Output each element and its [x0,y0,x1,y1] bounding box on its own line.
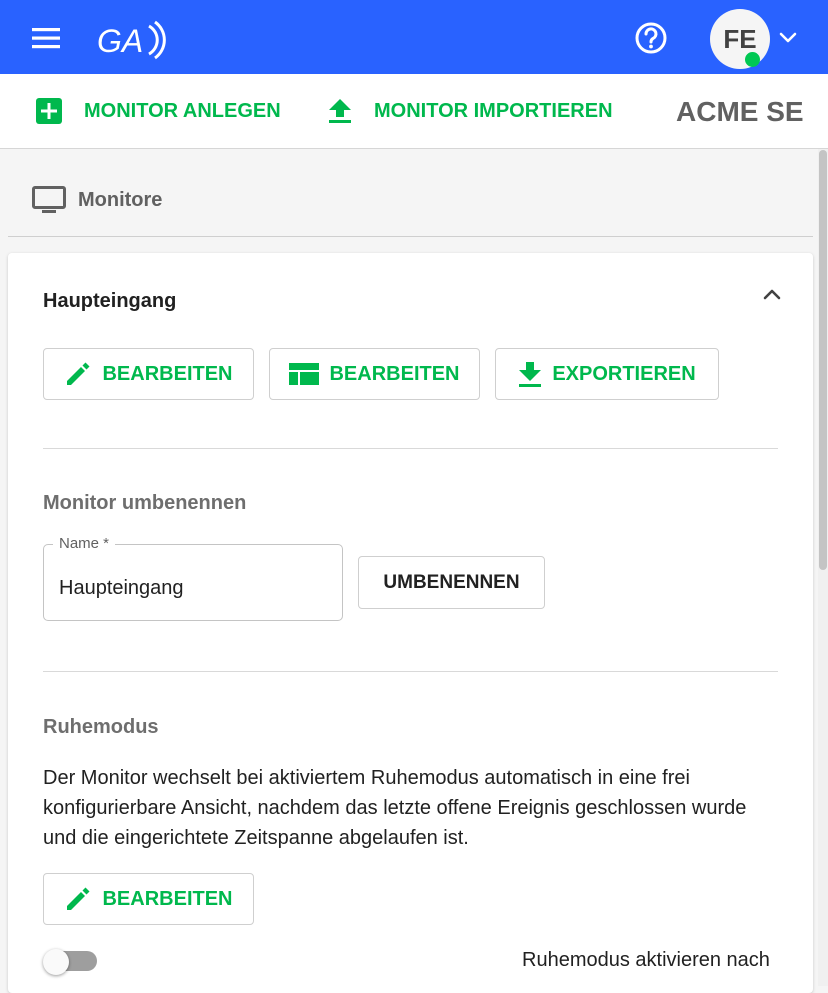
pencil-icon [67,362,90,385]
divider [43,448,778,449]
download-icon [519,362,542,387]
name-field-label: Name * [53,535,116,552]
monitor-name-input[interactable]: Name * Haupteingang [43,535,343,621]
export-monitor-label: EXPORTIEREN [552,362,696,385]
rename-section-title: Monitor umbenennen [43,492,247,514]
import-monitor-label: MONITOR IMPORTIEREN [374,99,613,122]
edit-layout-button[interactable]: BEARBEITEN [269,348,480,400]
sleep-mode-description: Der Monitor wechselt bei aktiviertem Ruh… [43,767,747,849]
scrollbar-thumb[interactable] [819,150,827,570]
monitor-card: Haupteingang BEARBEITEN BEARBEITEN EXPOR… [8,253,813,993]
toggle-knob [43,949,69,975]
sleep-mode-title: Ruhemodus [43,716,159,738]
section-title: Monitore [78,189,163,211]
action-bar: MONITOR ANLEGEN MONITOR IMPORTIEREN ACME… [0,74,828,149]
app-logo[interactable]: GA [95,18,167,62]
rename-button[interactable]: UMBENENNEN [358,556,545,609]
chevron-up-icon[interactable] [760,283,784,307]
create-monitor-button[interactable]: MONITOR ANLEGEN [36,93,281,129]
logo-text: GA [97,23,143,59]
edit-sleep-mode-button[interactable]: BEARBEITEN [43,873,254,925]
company-name: ACME SE [676,96,804,127]
chevron-down-icon[interactable] [777,26,799,48]
monitor-icon [32,186,66,214]
monitor-title: Haupteingang [43,290,177,312]
edit-layout-label: BEARBEITEN [329,362,460,385]
export-monitor-button[interactable]: EXPORTIEREN [495,348,719,400]
help-circle-icon[interactable] [633,20,669,56]
edit-monitor-label: BEARBEITEN [102,362,233,385]
pencil-icon [67,887,90,910]
online-status-indicator [745,52,760,67]
divider [43,671,778,672]
section-header: Monitore [8,149,813,237]
sleep-mode-toggle[interactable] [43,949,99,975]
edit-monitor-button[interactable]: BEARBEITEN [43,348,254,400]
top-app-bar: GA FE [0,0,828,74]
menu-icon[interactable] [26,21,66,55]
layout-icon [289,363,320,385]
user-avatar[interactable]: FE [710,9,770,69]
name-field-value: Haupteingang [59,577,184,599]
edit-sleep-mode-label: BEARBEITEN [102,887,233,910]
create-monitor-label: MONITOR ANLEGEN [84,99,281,122]
import-monitor-button[interactable]: MONITOR IMPORTIEREN [328,93,613,129]
add-box-icon [36,98,62,124]
upload-icon [329,99,351,123]
sleep-mode-toggle-label: Ruhemodus aktivieren nach [522,949,770,971]
